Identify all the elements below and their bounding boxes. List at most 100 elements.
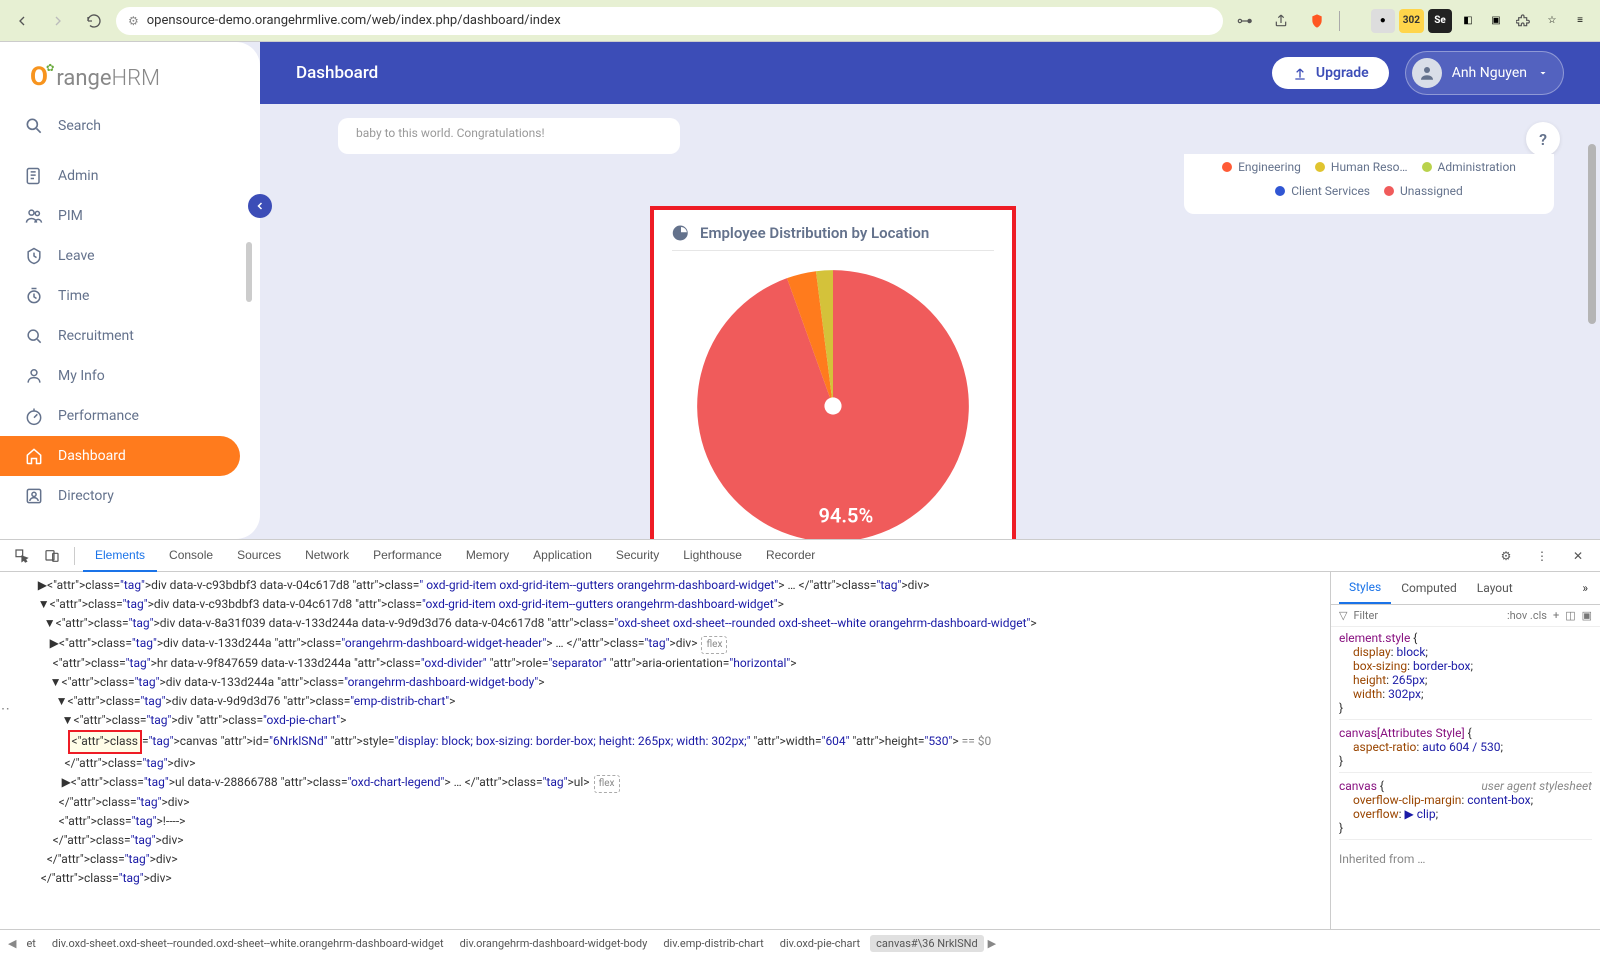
sidebar-item-leave[interactable]: Leave bbox=[0, 236, 240, 276]
breadcrumb-item[interactable]: div.emp-distrib-chart bbox=[657, 935, 769, 952]
sidebar-item-label: PIM bbox=[58, 208, 83, 224]
dom-line[interactable]: </"attr">class="tag">div> bbox=[8, 831, 1322, 850]
reload-button[interactable] bbox=[80, 7, 108, 35]
site-settings-icon[interactable]: ⚙ bbox=[128, 14, 139, 28]
bc-right-arrow[interactable]: ▶ bbox=[988, 937, 996, 950]
dom-line[interactable]: </"attr">class="tag">div> bbox=[8, 793, 1322, 812]
devtools-tab-application[interactable]: Application bbox=[521, 540, 604, 572]
pie-icon bbox=[672, 224, 690, 242]
breadcrumb-item[interactable]: div.oxd-pie-chart bbox=[774, 935, 866, 952]
dom-line[interactable]: ▼<"attr">class="tag">div data-v-8a31f039… bbox=[8, 614, 1322, 633]
devtools-tab-security[interactable]: Security bbox=[604, 540, 671, 572]
legend-dot bbox=[1275, 186, 1285, 196]
dom-line[interactable]: ▼<"attr">class="tag">div "attr">class="o… bbox=[8, 711, 1322, 730]
styles-tab-styles[interactable]: Styles bbox=[1339, 572, 1391, 604]
dom-line[interactable]: </"attr">class="tag">div> bbox=[8, 754, 1322, 773]
sidebar-item-directory[interactable]: Directory bbox=[0, 476, 240, 516]
sidebar-scrollbar[interactable] bbox=[246, 242, 252, 302]
ext-puzzle-icon[interactable] bbox=[1512, 9, 1536, 33]
breadcrumb-item[interactable]: et bbox=[20, 935, 41, 952]
collapse-sidebar-button[interactable] bbox=[248, 194, 272, 218]
devtools-tab-console[interactable]: Console bbox=[157, 540, 225, 572]
menu-icon[interactable]: ≡ bbox=[1568, 9, 1592, 33]
dom-line[interactable]: <"attr">class="tag">canvas "attr">id="6N… bbox=[8, 730, 1322, 753]
dom-line[interactable]: ▼<"attr">class="tag">div data-v-133d244a… bbox=[8, 673, 1322, 692]
pie-chart[interactable]: 94.5% bbox=[690, 263, 976, 539]
devtools-tab-performance[interactable]: Performance bbox=[361, 540, 454, 572]
dom-line[interactable]: ▶<"attr">class="tag">ul data-v-28866788 … bbox=[8, 773, 1322, 793]
pie-slice-label: 94.5% bbox=[818, 504, 873, 528]
share-icon[interactable] bbox=[1267, 7, 1295, 35]
sidebar-item-time[interactable]: Time bbox=[0, 276, 240, 316]
sidebar-item-label: Recruitment bbox=[58, 328, 134, 344]
legend-item: Unassigned bbox=[1384, 184, 1463, 198]
sidebar-item-my-info[interactable]: My Info bbox=[0, 356, 240, 396]
search-icon bbox=[24, 116, 44, 136]
elements-panel[interactable]: ⋯ ▶<"attr">class="tag">div data-v-c93bdb… bbox=[0, 572, 1330, 929]
styles-toggles[interactable]: :hov .cls bbox=[1507, 609, 1547, 622]
sidebar-item-recruitment[interactable]: Recruitment bbox=[0, 316, 240, 356]
caret-down-icon bbox=[1537, 67, 1549, 79]
dom-line[interactable]: ▶<"attr">class="tag">div data-v-133d244a… bbox=[8, 634, 1322, 654]
devtools-tab-elements[interactable]: Elements bbox=[83, 540, 157, 572]
dom-line[interactable]: </"attr">class="tag">div> bbox=[8, 869, 1322, 888]
leave-icon bbox=[24, 246, 44, 266]
ext-badge[interactable]: 302 bbox=[1399, 9, 1424, 33]
new-rule-icon[interactable]: + bbox=[1553, 609, 1559, 622]
dom-breadcrumb[interactable]: ◀ et div.oxd-sheet.oxd-sheet--rounded.oxd… bbox=[0, 929, 1600, 957]
breadcrumb-item[interactable]: canvas#\36 NrklSNd bbox=[870, 935, 984, 952]
devtools-tab-sources[interactable]: Sources bbox=[225, 540, 293, 572]
help-button[interactable]: ? bbox=[1526, 122, 1560, 156]
bc-left-arrow[interactable]: ◀ bbox=[8, 937, 16, 950]
ext-icon-1[interactable]: ● bbox=[1371, 9, 1395, 33]
dom-line[interactable]: ▼<"attr">class="tag">div data-v-c93bdbf3… bbox=[8, 595, 1322, 614]
sidebar-item-dashboard[interactable]: Dashboard bbox=[0, 436, 240, 476]
url-bar[interactable]: ⚙ opensource-demo.orangehrmlive.com/web/… bbox=[116, 7, 1223, 35]
bookmark-icon[interactable]: ☆ bbox=[1540, 9, 1564, 33]
devtools-settings-icon[interactable]: ⚙ bbox=[1492, 542, 1520, 570]
devtools-more-icon[interactable]: ⋮ bbox=[1528, 542, 1556, 570]
dom-line[interactable]: ▼<"attr">class="tag">div data-v-9d9d3d76… bbox=[8, 692, 1322, 711]
ext-icon-4[interactable]: ▣ bbox=[1484, 9, 1508, 33]
sidebar-item-performance[interactable]: Performance bbox=[0, 396, 240, 436]
brave-shield-icon[interactable] bbox=[1303, 7, 1331, 35]
user-dropdown[interactable]: Anh Nguyen bbox=[1405, 51, 1564, 95]
devtools-tab-recorder[interactable]: Recorder bbox=[754, 540, 827, 572]
filter-funnel-icon: ▽ bbox=[1339, 609, 1347, 622]
dom-line[interactable]: </"attr">class="tag">div> bbox=[8, 850, 1322, 869]
devtools-tab-lighthouse[interactable]: Lighthouse bbox=[671, 540, 754, 572]
ext-icon-3[interactable]: ◧ bbox=[1456, 9, 1480, 33]
styles-tab-computed[interactable]: Computed bbox=[1391, 573, 1467, 603]
sidebar-item-admin[interactable]: Admin bbox=[0, 156, 240, 196]
breadcrumb-item[interactable]: div.orangehrm-dashboard-widget-body bbox=[454, 935, 654, 952]
css-rule[interactable]: canvas[Attributes Style] {aspect-ratio: … bbox=[1339, 726, 1592, 773]
legend-item: Administration bbox=[1422, 160, 1516, 174]
breadcrumb-item[interactable]: div.oxd-sheet.oxd-sheet--rounded.oxd-she… bbox=[46, 935, 450, 952]
time-icon bbox=[24, 286, 44, 306]
content-scrollbar[interactable] bbox=[1588, 144, 1596, 324]
password-icon[interactable]: ⊶ bbox=[1231, 7, 1259, 35]
styles-tab-layout[interactable]: Layout bbox=[1467, 573, 1523, 603]
dom-line[interactable]: ▶<"attr">class="tag">div data-v-c93bdbf3… bbox=[8, 576, 1322, 595]
dom-line[interactable]: <"attr">class="tag">hr data-v-9f847659 d… bbox=[8, 654, 1322, 673]
css-rule[interactable]: canvas {user agent stylesheetoverflow-cl… bbox=[1339, 779, 1592, 840]
sidebar-item-pim[interactable]: PIM bbox=[0, 196, 240, 236]
devtools-tab-memory[interactable]: Memory bbox=[454, 540, 521, 572]
search-input[interactable]: Search bbox=[0, 102, 260, 150]
inspect-element-button[interactable] bbox=[8, 542, 36, 570]
dom-line[interactable]: <"attr">class="tag">!----> bbox=[8, 812, 1322, 831]
devtools-close-icon[interactable]: ✕ bbox=[1564, 542, 1592, 570]
styles-tabs-more[interactable]: » bbox=[1578, 573, 1592, 603]
devtools-tab-network[interactable]: Network bbox=[293, 540, 361, 572]
css-rules[interactable]: element.style {display: block;box-sizing… bbox=[1331, 627, 1600, 870]
legend-label: Unassigned bbox=[1400, 184, 1463, 198]
upgrade-button[interactable]: Upgrade bbox=[1272, 57, 1389, 89]
box-model-icon[interactable]: ▣ bbox=[1582, 609, 1592, 622]
css-rule[interactable]: element.style {display: block;box-sizing… bbox=[1339, 631, 1592, 720]
device-toolbar-button[interactable] bbox=[38, 542, 66, 570]
filter-input[interactable] bbox=[1353, 609, 1500, 622]
device-icon[interactable]: ◫ bbox=[1565, 609, 1575, 622]
back-button[interactable] bbox=[8, 7, 36, 35]
forward-button[interactable] bbox=[44, 7, 72, 35]
ext-icon-se[interactable]: Se bbox=[1428, 9, 1452, 33]
